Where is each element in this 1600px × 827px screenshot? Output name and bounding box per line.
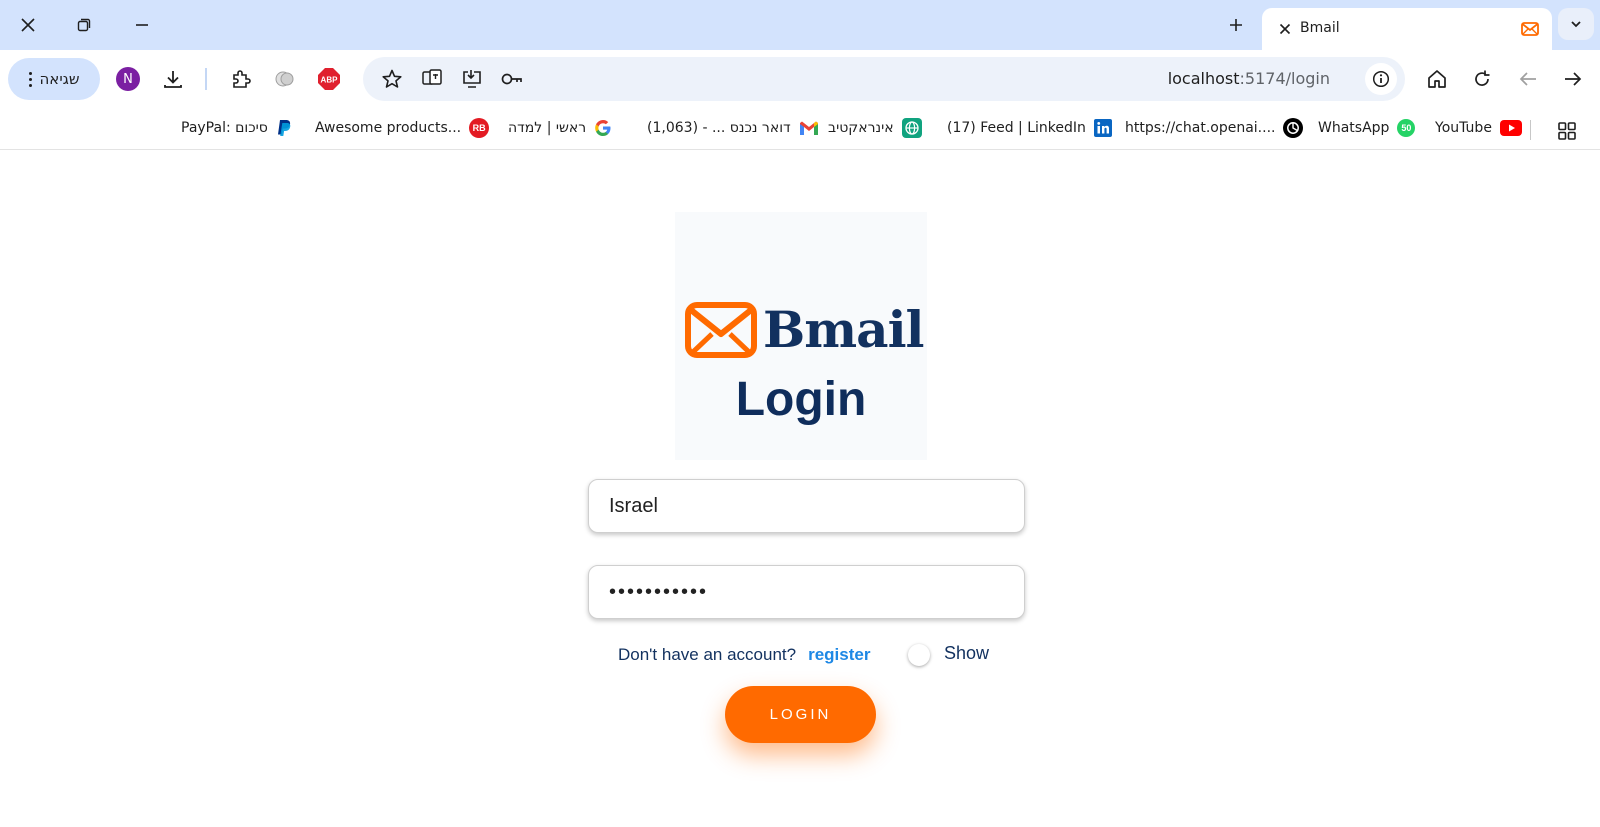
translate-button[interactable]: [418, 65, 446, 93]
paypal-icon: [277, 120, 291, 136]
window-restore-button[interactable]: [64, 8, 104, 42]
translate-icon: [422, 69, 442, 85]
url-host: localhost: [1167, 69, 1240, 88]
gmail-icon: [799, 121, 818, 135]
bookmark-whatsapp[interactable]: WhatsApp 50: [1318, 116, 1416, 140]
password-key-button[interactable]: [498, 65, 526, 93]
bookmark-lamda[interactable]: ראשי | למדה: [508, 116, 612, 140]
error-label: שגיאה: [39, 70, 80, 88]
no-account-text: Don't have an account?: [618, 645, 797, 664]
reload-icon: [1475, 70, 1490, 86]
window-close-button[interactable]: [8, 8, 48, 42]
brand-name: Bmail: [763, 300, 925, 359]
envelope-logo-icon: [685, 301, 757, 358]
restore-icon: [77, 18, 91, 32]
puzzle-icon: [233, 70, 251, 88]
bookmark-interactive[interactable]: אינראקטיב: [828, 116, 922, 140]
page-title: Login: [735, 373, 867, 426]
address-bar[interactable]: localhost:5174/login: [363, 57, 1405, 101]
key-icon: [501, 73, 522, 85]
bookmarks-bar: YouTube WhatsApp 50 https://chat.openai.…: [0, 108, 1600, 150]
login-button[interactable]: LOGIN: [725, 686, 876, 743]
bookmark-gmail[interactable]: דואר נכנס ... - (1,063): [647, 116, 819, 140]
password-input[interactable]: [588, 565, 1025, 619]
window-minimize-button[interactable]: [122, 8, 162, 42]
close-icon: [1279, 23, 1291, 35]
info-icon: [1372, 70, 1390, 88]
tab-close-button[interactable]: [1274, 18, 1296, 40]
bookmark-paypal[interactable]: PayPal: סיכום: [181, 116, 292, 140]
bookmark-linkedin[interactable]: (17) Feed | LinkedIn: [947, 116, 1112, 140]
back-button[interactable]: [1514, 65, 1542, 93]
bookmark-label: (17) Feed | LinkedIn: [947, 120, 1086, 136]
kebab-menu-icon: [28, 71, 32, 87]
url-text[interactable]: localhost:5174/login: [1168, 69, 1330, 88]
show-password-label: Show: [944, 643, 990, 663]
username-input[interactable]: [588, 479, 1025, 533]
bookmark-label: Awesome products...: [315, 120, 462, 136]
bookmark-label: https://chat.openai....: [1125, 120, 1276, 136]
browser-toolbar: שגיאה N ABP localhost:5174/login: [0, 50, 1600, 108]
extensions-button[interactable]: [227, 65, 255, 93]
rb-icon: RB: [469, 118, 490, 138]
extension-translator-button[interactable]: [271, 65, 299, 93]
home-icon: [1428, 70, 1446, 88]
all-bookmarks-icon[interactable]: [1557, 121, 1577, 141]
home-button[interactable]: [1423, 65, 1451, 93]
bookmark-label: דואר נכנס ... - (1,063): [647, 120, 791, 136]
new-tab-button[interactable]: [1222, 11, 1250, 39]
bookmark-label: YouTube: [1435, 120, 1492, 136]
bmail-logo: Bmail: [685, 300, 925, 359]
adblock-icon: ABP: [318, 68, 340, 90]
arrow-left-icon: [1519, 72, 1536, 86]
adblock-button[interactable]: ABP: [315, 65, 343, 93]
brand-header: Bmail Login: [675, 212, 927, 460]
youtube-icon: [1499, 120, 1522, 136]
reload-button[interactable]: [1468, 65, 1496, 93]
install-app-button[interactable]: [458, 65, 486, 93]
site-info-button[interactable]: [1365, 63, 1397, 95]
install-icon: [463, 70, 481, 88]
bookmark-label: WhatsApp: [1318, 120, 1390, 136]
register-prompt: Don't have an account? register: [618, 643, 870, 667]
profile-avatar[interactable]: N: [116, 67, 140, 91]
plus-icon: [1230, 19, 1242, 31]
show-password-toggle[interactable]: [908, 644, 930, 666]
tab-search-button[interactable]: [1558, 8, 1594, 40]
tab-strip: Bmail: [0, 0, 1600, 50]
forward-button[interactable]: [1559, 65, 1587, 93]
register-link[interactable]: register: [808, 645, 870, 665]
bookmark-awesome-products[interactable]: Awesome products... RB: [315, 116, 490, 140]
toolbar-divider: [205, 68, 207, 90]
google-icon: [595, 120, 611, 136]
tab-bmail[interactable]: Bmail: [1262, 8, 1552, 50]
download-icon: [164, 71, 182, 88]
svg-text:ABP: ABP: [321, 76, 339, 85]
globe-icon: [901, 118, 922, 138]
bookmark-label: ראשי | למדה: [508, 120, 587, 136]
url-path: :5174/login: [1239, 69, 1330, 88]
bookmark-chatgpt[interactable]: https://chat.openai....: [1125, 116, 1304, 140]
openai-icon: [1283, 118, 1304, 138]
bookmark-label: אינראקטיב: [828, 120, 894, 136]
bookmark-star-button[interactable]: [378, 65, 406, 93]
linkedin-icon: [1093, 119, 1112, 137]
chevron-down-icon: [1571, 21, 1581, 28]
envelope-icon: [1521, 22, 1539, 36]
minimize-icon: [136, 24, 148, 26]
error-menu-button[interactable]: שגיאה: [8, 58, 100, 100]
bookmark-youtube[interactable]: YouTube: [1435, 116, 1522, 140]
bookmark-label: PayPal: סיכום: [181, 120, 268, 136]
downloads-button[interactable]: [159, 65, 187, 93]
whatsapp-icon: 50: [1397, 119, 1416, 137]
bubbles-icon: [275, 71, 294, 87]
bookmarks-divider: [1530, 120, 1531, 140]
arrow-right-icon: [1565, 72, 1582, 86]
star-icon: [382, 69, 402, 88]
close-icon: [21, 18, 35, 32]
tab-title: Bmail: [1300, 20, 1340, 36]
